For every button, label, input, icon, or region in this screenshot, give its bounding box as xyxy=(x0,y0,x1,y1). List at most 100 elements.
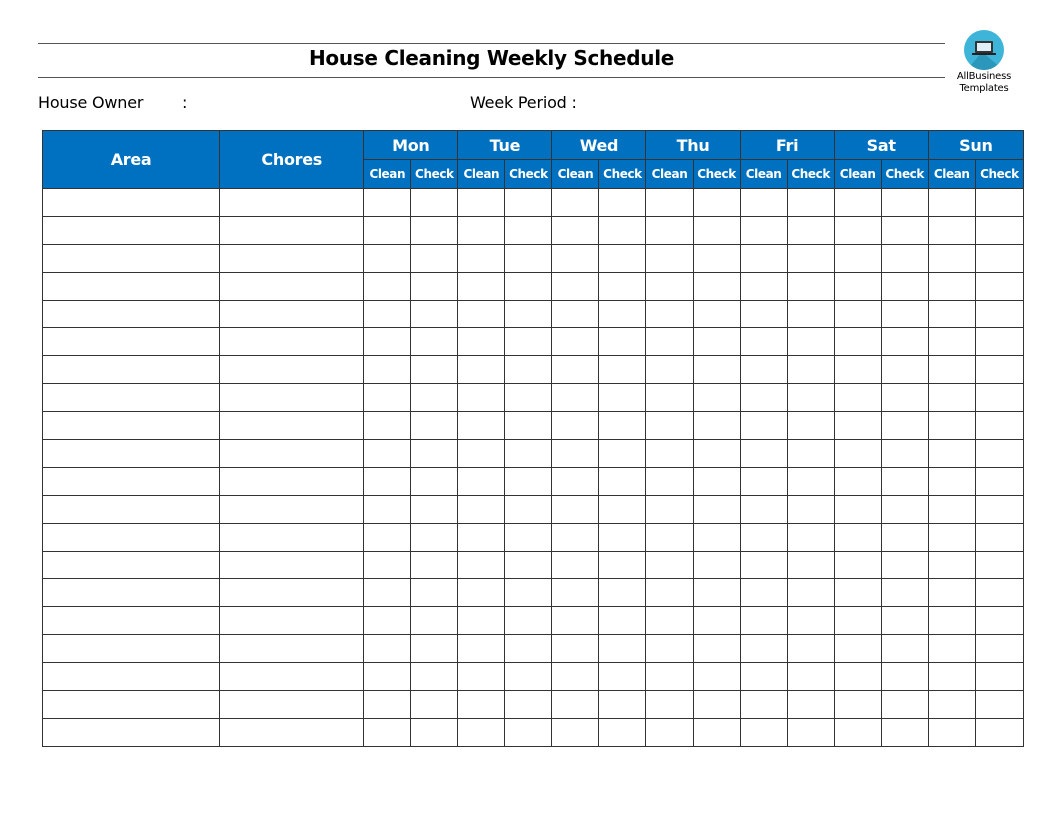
mon-clean-cell[interactable] xyxy=(363,188,412,217)
fri-clean-cell[interactable] xyxy=(739,662,788,692)
tue-clean-cell[interactable] xyxy=(457,215,506,245)
sat-clean-cell[interactable] xyxy=(833,550,882,580)
sun-check-cell[interactable] xyxy=(974,494,1025,524)
thu-clean-cell[interactable] xyxy=(645,634,694,664)
thu-clean-cell[interactable] xyxy=(645,578,694,608)
sat-check-cell[interactable] xyxy=(880,578,929,608)
thu-clean-cell[interactable] xyxy=(645,522,694,552)
sun-clean-cell[interactable] xyxy=(927,383,976,413)
sat-clean-cell[interactable] xyxy=(833,327,882,357)
tue-clean-cell[interactable] xyxy=(457,606,506,636)
sun-check-cell[interactable] xyxy=(974,690,1025,719)
fri-clean-cell[interactable] xyxy=(739,299,788,329)
tue-check-cell[interactable] xyxy=(504,439,553,468)
mon-check-cell[interactable] xyxy=(410,634,459,664)
tue-check-cell[interactable] xyxy=(504,411,553,441)
sun-check-cell[interactable] xyxy=(974,188,1025,217)
sat-clean-cell[interactable] xyxy=(833,188,882,217)
mon-clean-cell[interactable] xyxy=(363,439,412,468)
thu-check-cell[interactable] xyxy=(692,327,741,357)
sat-check-cell[interactable] xyxy=(880,634,929,664)
wed-clean-cell[interactable] xyxy=(551,188,600,217)
sun-check-cell[interactable] xyxy=(974,355,1025,385)
sun-clean-cell[interactable] xyxy=(927,606,976,636)
sun-clean-cell[interactable] xyxy=(927,690,976,719)
mon-check-cell[interactable] xyxy=(410,327,459,357)
tue-clean-cell[interactable] xyxy=(457,717,506,747)
tue-clean-cell[interactable] xyxy=(457,188,506,217)
mon-check-cell[interactable] xyxy=(410,466,459,496)
fri-clean-cell[interactable] xyxy=(739,522,788,552)
thu-check-cell[interactable] xyxy=(692,662,741,692)
sun-check-cell[interactable] xyxy=(974,522,1025,552)
sun-check-cell[interactable] xyxy=(974,327,1025,357)
sun-check-cell[interactable] xyxy=(974,299,1025,329)
fri-check-cell[interactable] xyxy=(786,215,835,245)
mon-clean-cell[interactable] xyxy=(363,355,412,385)
wed-clean-cell[interactable] xyxy=(551,578,600,608)
area-cell[interactable] xyxy=(41,327,221,357)
area-cell[interactable] xyxy=(41,578,221,608)
sat-clean-cell[interactable] xyxy=(833,466,882,496)
fri-check-cell[interactable] xyxy=(786,188,835,217)
mon-check-cell[interactable] xyxy=(410,215,459,245)
wed-clean-cell[interactable] xyxy=(551,243,600,273)
sat-check-cell[interactable] xyxy=(880,439,929,468)
tue-clean-cell[interactable] xyxy=(457,634,506,664)
area-cell[interactable] xyxy=(41,243,221,273)
chores-cell[interactable] xyxy=(219,383,365,413)
sun-clean-cell[interactable] xyxy=(927,271,976,301)
mon-check-cell[interactable] xyxy=(410,578,459,608)
sat-check-cell[interactable] xyxy=(880,355,929,385)
sun-clean-cell[interactable] xyxy=(927,327,976,357)
mon-check-cell[interactable] xyxy=(410,299,459,329)
chores-cell[interactable] xyxy=(219,550,365,580)
sat-clean-cell[interactable] xyxy=(833,355,882,385)
thu-clean-cell[interactable] xyxy=(645,717,694,747)
fri-check-cell[interactable] xyxy=(786,662,835,692)
fri-check-cell[interactable] xyxy=(786,578,835,608)
thu-check-cell[interactable] xyxy=(692,494,741,524)
sun-clean-cell[interactable] xyxy=(927,188,976,217)
tue-clean-cell[interactable] xyxy=(457,466,506,496)
wed-clean-cell[interactable] xyxy=(551,690,600,719)
wed-check-cell[interactable] xyxy=(598,550,647,580)
chores-cell[interactable] xyxy=(219,299,365,329)
sun-check-cell[interactable] xyxy=(974,578,1025,608)
sat-clean-cell[interactable] xyxy=(833,717,882,747)
wed-check-cell[interactable] xyxy=(598,522,647,552)
sun-clean-cell[interactable] xyxy=(927,299,976,329)
mon-clean-cell[interactable] xyxy=(363,466,412,496)
sat-clean-cell[interactable] xyxy=(833,494,882,524)
wed-check-cell[interactable] xyxy=(598,355,647,385)
mon-check-cell[interactable] xyxy=(410,411,459,441)
sun-clean-cell[interactable] xyxy=(927,215,976,245)
thu-check-cell[interactable] xyxy=(692,243,741,273)
tue-check-cell[interactable] xyxy=(504,188,553,217)
sat-check-cell[interactable] xyxy=(880,466,929,496)
mon-check-cell[interactable] xyxy=(410,355,459,385)
thu-check-cell[interactable] xyxy=(692,439,741,468)
sun-clean-cell[interactable] xyxy=(927,243,976,273)
area-cell[interactable] xyxy=(41,215,221,245)
wed-clean-cell[interactable] xyxy=(551,299,600,329)
sat-check-cell[interactable] xyxy=(880,299,929,329)
tue-check-cell[interactable] xyxy=(504,355,553,385)
fri-clean-cell[interactable] xyxy=(739,327,788,357)
sat-clean-cell[interactable] xyxy=(833,522,882,552)
thu-check-cell[interactable] xyxy=(692,411,741,441)
mon-check-cell[interactable] xyxy=(410,606,459,636)
mon-check-cell[interactable] xyxy=(410,662,459,692)
thu-clean-cell[interactable] xyxy=(645,327,694,357)
thu-clean-cell[interactable] xyxy=(645,550,694,580)
wed-check-cell[interactable] xyxy=(598,299,647,329)
sun-clean-cell[interactable] xyxy=(927,578,976,608)
mon-clean-cell[interactable] xyxy=(363,606,412,636)
sun-check-cell[interactable] xyxy=(974,271,1025,301)
sat-check-cell[interactable] xyxy=(880,690,929,719)
wed-check-cell[interactable] xyxy=(598,634,647,664)
area-cell[interactable] xyxy=(41,634,221,664)
chores-cell[interactable] xyxy=(219,690,365,719)
fri-check-cell[interactable] xyxy=(786,243,835,273)
mon-check-cell[interactable] xyxy=(410,439,459,468)
